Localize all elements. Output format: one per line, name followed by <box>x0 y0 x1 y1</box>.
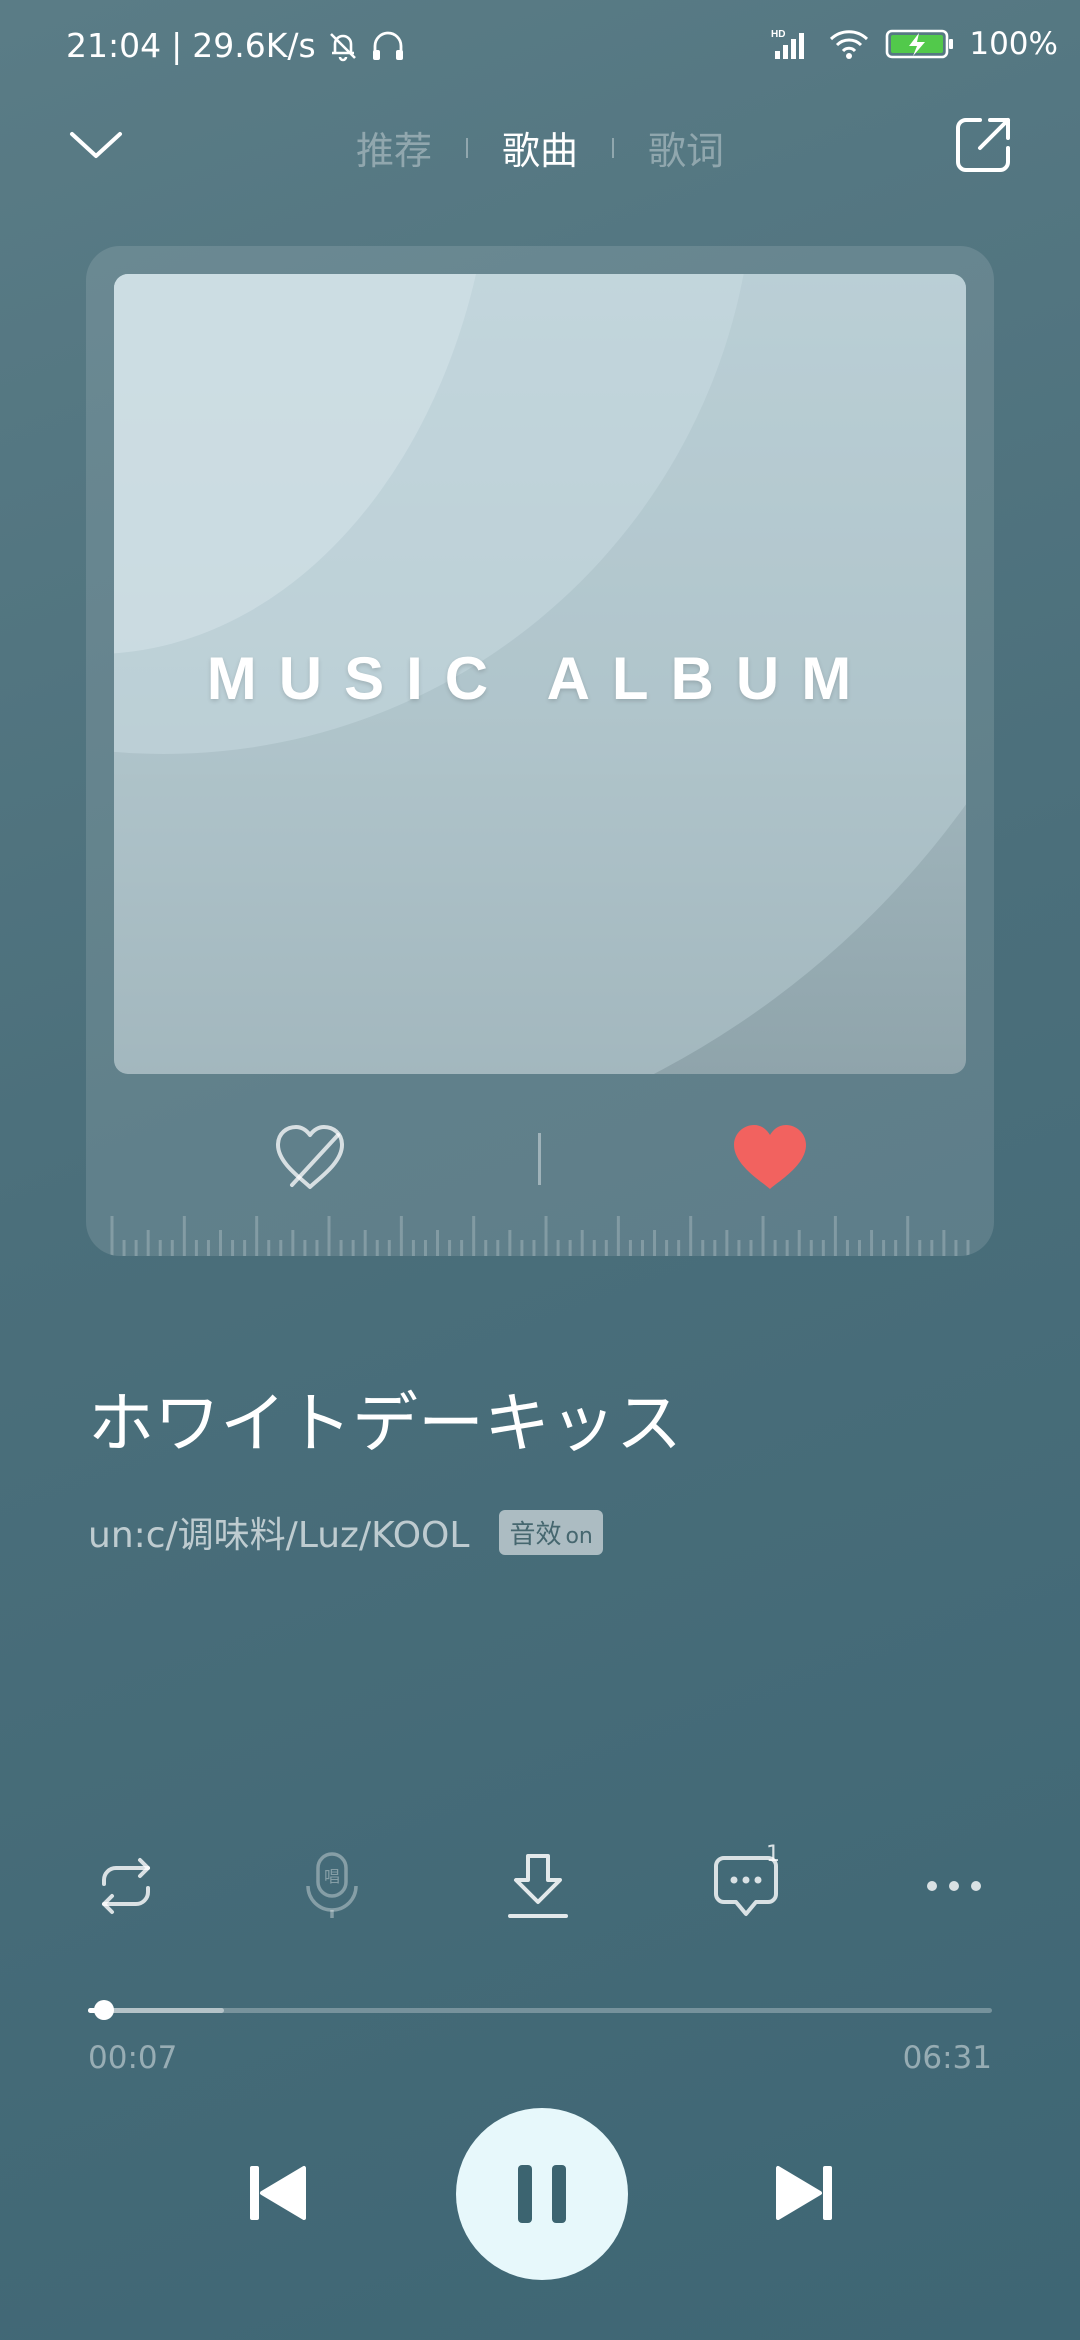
pause-button[interactable] <box>456 2108 628 2280</box>
status-net-speed: 29.6K/s <box>192 26 316 65</box>
status-separator: | <box>171 26 183 65</box>
more-options-icon[interactable] <box>918 1850 990 1922</box>
comment-count: 1 <box>766 1842 780 1867</box>
status-bar-left: 21:04 | 29.6K/s <box>66 26 406 65</box>
status-bar-right: HD 100% <box>769 26 1058 62</box>
previous-track-button[interactable] <box>244 2160 310 2226</box>
share-icon[interactable] <box>952 114 1014 176</box>
sound-effect-state: on <box>565 1523 593 1549</box>
battery-percent: 100% <box>969 26 1058 62</box>
repeat-icon[interactable] <box>90 1850 162 1922</box>
sound-effect-label: 音效 <box>509 1519 562 1550</box>
headphones-icon <box>370 29 406 63</box>
skip-next-icon <box>776 2166 832 2220</box>
tab-divider <box>465 137 468 158</box>
card-actions <box>86 1121 994 1201</box>
tab-lyrics[interactable]: 歌词 <box>648 120 724 175</box>
tab-song[interactable]: 歌曲 <box>502 120 578 175</box>
pause-icon <box>518 2165 566 2223</box>
current-time: 00:07 <box>88 2040 178 2076</box>
total-time: 06:31 <box>902 2040 992 2076</box>
signal-icon: HD <box>769 27 813 61</box>
karaoke-mic-icon[interactable]: 唱 <box>296 1850 368 1922</box>
album-cover-title: MUSIC ALBUM <box>206 645 874 712</box>
tab-recommend[interactable]: 推荐 <box>356 120 432 175</box>
wifi-icon <box>827 27 871 61</box>
svg-text:HD: HD <box>771 29 785 40</box>
battery-icon <box>885 27 955 61</box>
sound-effect-badge[interactable]: 音效 on <box>499 1509 603 1555</box>
like-heart-icon[interactable] <box>730 1121 810 1193</box>
dislike-heart-icon[interactable] <box>272 1121 348 1193</box>
nav-tabs: 推荐 歌曲 歌词 <box>0 120 1080 175</box>
download-icon[interactable] <box>502 1850 574 1922</box>
tick-decoration <box>110 1216 970 1256</box>
album-cover[interactable]: MUSIC ALBUM <box>114 274 966 1074</box>
progress-thumb[interactable] <box>94 2000 115 2020</box>
bell-muted-icon <box>326 29 360 63</box>
skip-previous-icon <box>250 2166 306 2220</box>
next-track-button[interactable] <box>772 2160 838 2226</box>
svg-text:唱: 唱 <box>324 1867 340 1886</box>
card-actions-divider <box>538 1133 541 1185</box>
progress-bar[interactable] <box>88 2000 992 2020</box>
artist-name[interactable]: un:c/调味料/Luz/KOOL <box>88 1506 469 1558</box>
album-card: MUSIC ALBUM <box>86 246 994 1256</box>
artist-row: un:c/调味料/Luz/KOOL 音效 on <box>88 1506 603 1558</box>
tab-divider <box>612 137 614 158</box>
status-time: 21:04 <box>66 26 162 65</box>
song-title: ホワイトデーキッス <box>88 1385 682 1462</box>
